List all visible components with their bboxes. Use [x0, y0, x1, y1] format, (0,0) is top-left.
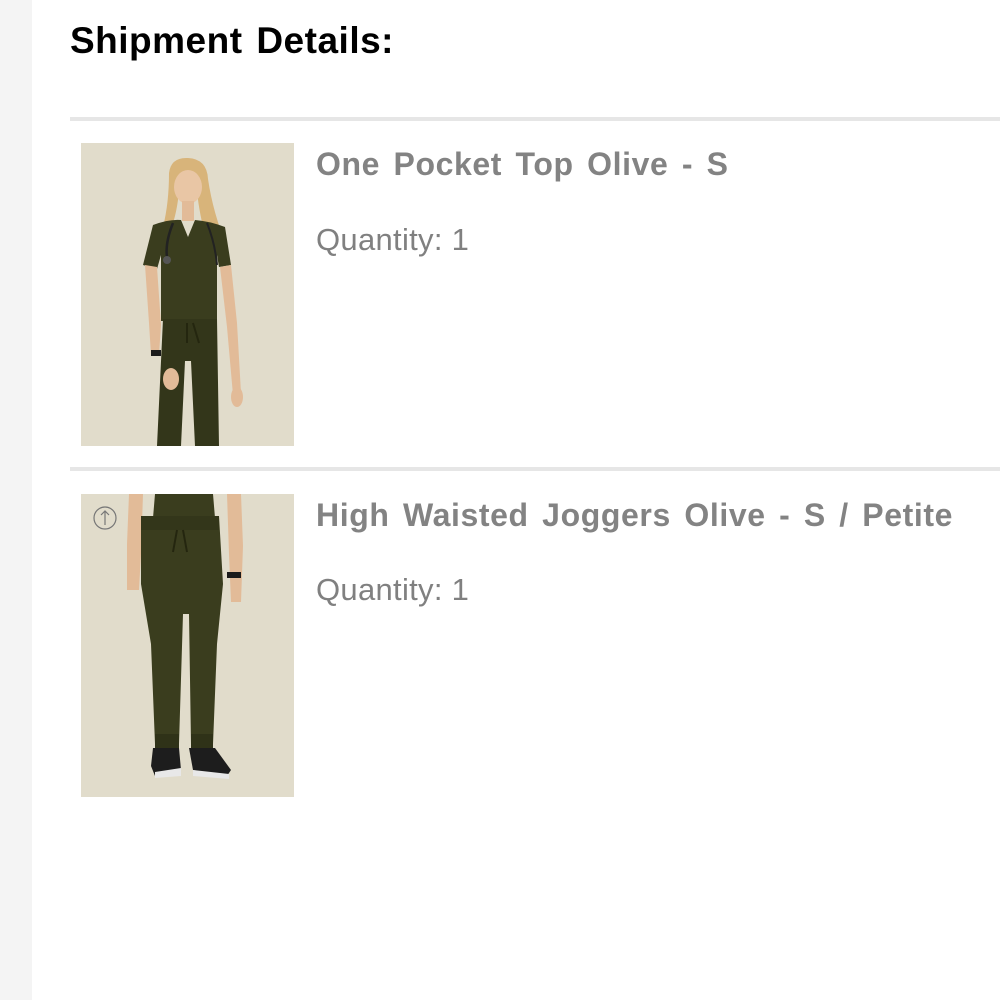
- divider: [70, 467, 1000, 471]
- product-image-top[interactable]: [81, 143, 294, 446]
- product-photo-top: [81, 143, 294, 446]
- divider: [70, 117, 1000, 121]
- shipment-details-heading: Shipment Details:: [70, 20, 394, 61]
- product-quantity: Quantity: 1: [316, 572, 470, 607]
- product-name[interactable]: High Waisted Joggers Olive - S / Petite: [316, 497, 953, 534]
- product-image-joggers[interactable]: [81, 494, 294, 797]
- product-photo-joggers: [81, 494, 294, 797]
- product-name[interactable]: One Pocket Top Olive - S: [316, 146, 729, 183]
- email-body: Shipment Details: One Pocket Top Olive -…: [32, 0, 1000, 1000]
- product-quantity: Quantity: 1: [316, 222, 470, 257]
